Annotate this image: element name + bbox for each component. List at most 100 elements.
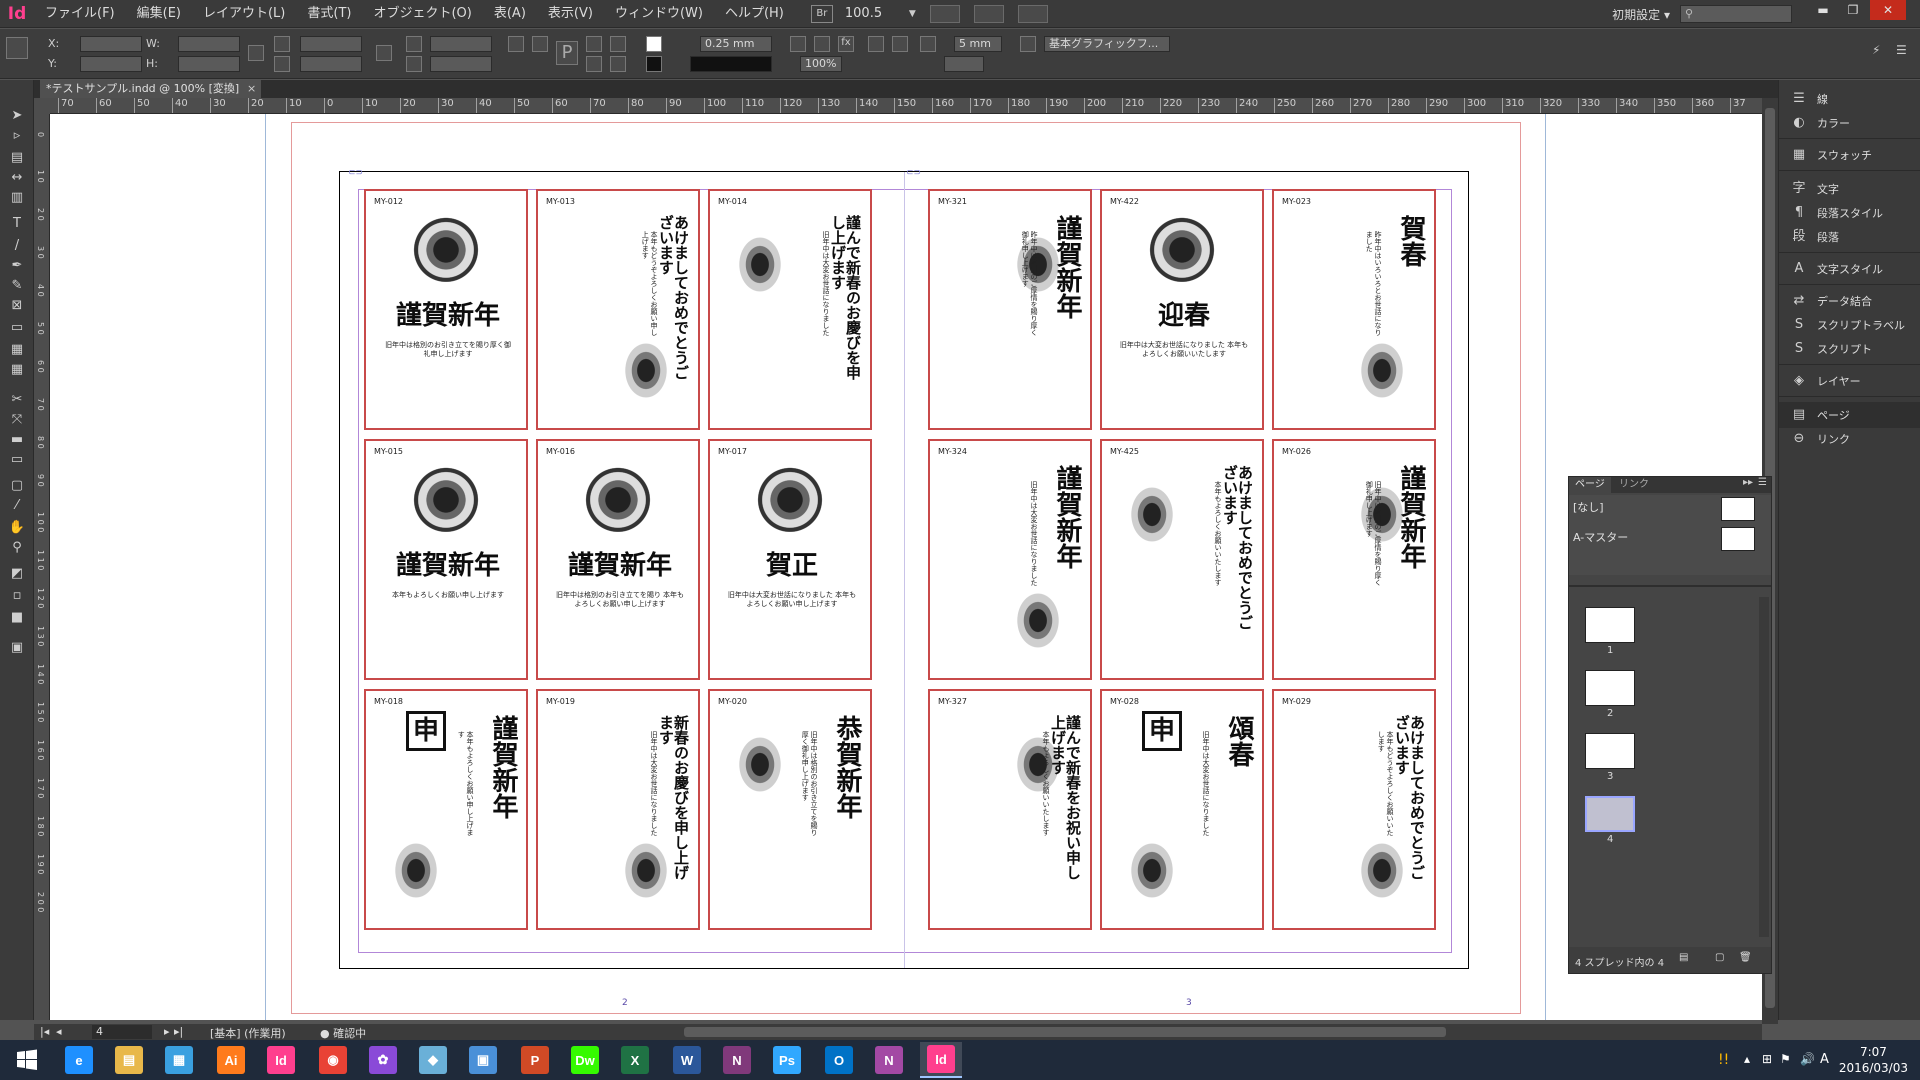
page-tool-icon[interactable]: ▤ bbox=[8, 150, 26, 166]
page-thumb-3[interactable] bbox=[1585, 733, 1635, 769]
dock-item-character[interactable]: 字文字 bbox=[1779, 176, 1920, 202]
dock-item-color[interactable]: ◐ カラー bbox=[1779, 110, 1920, 136]
restore-button[interactable]: ❐ bbox=[1838, 0, 1868, 20]
taskbar-paint[interactable]: ◆ bbox=[412, 1042, 454, 1078]
panel-menu-icon[interactable]: ☰ bbox=[1758, 477, 1767, 488]
menu-item-1[interactable]: 編集(E) bbox=[126, 0, 192, 28]
apply-color-icon[interactable]: ■ bbox=[8, 610, 26, 626]
rectangle-tool-icon[interactable]: ▭ bbox=[8, 320, 26, 336]
type-tool-icon[interactable]: T bbox=[8, 216, 26, 232]
taskbar-photo-app[interactable]: ✿ bbox=[362, 1042, 404, 1078]
content-collector-icon[interactable]: ▥ bbox=[8, 190, 26, 206]
menu-item-7[interactable]: ウィンドウ(W) bbox=[604, 0, 714, 28]
fx-icon[interactable]: fx bbox=[838, 36, 854, 52]
constrain-proportions-icon[interactable] bbox=[248, 45, 264, 61]
taskbar-network[interactable]: ▣ bbox=[462, 1042, 504, 1078]
master-none-thumb[interactable] bbox=[1721, 497, 1755, 521]
card-my-023[interactable]: MY-023 賀春 昨年中はいろいろとお世話になりました bbox=[1272, 189, 1436, 430]
taskbar-store[interactable]: ▦ bbox=[158, 1042, 200, 1078]
menu-item-0[interactable]: ファイル(F) bbox=[34, 0, 126, 28]
auto-fit-icon[interactable] bbox=[920, 36, 936, 52]
pen-tool-icon[interactable]: ✒ bbox=[8, 258, 26, 274]
delete-page-icon[interactable]: 🗑 bbox=[1739, 952, 1752, 963]
reference-point-icon[interactable] bbox=[6, 37, 28, 59]
card-my-012[interactable]: MY-012 謹賀新年 旧年中は格別のお引き立てを賜り厚く御礼申し上げます bbox=[364, 189, 528, 430]
page-thumb-1[interactable] bbox=[1585, 607, 1635, 643]
card-my-016[interactable]: MY-016 謹賀新年 旧年中は格別のお引き立てを賜り 本年もよろしくお願い申し上げ… bbox=[536, 439, 700, 680]
scale-y-field[interactable] bbox=[300, 56, 362, 72]
card-my-026[interactable]: MY-026 謹賀新年 旧年中は格別のご厚情を賜り厚く御礼申し上げます bbox=[1272, 439, 1436, 680]
menu-item-5[interactable]: 表(A) bbox=[483, 0, 537, 28]
card-my-015[interactable]: MY-015 謹賀新年 本年もよろしくお願い申し上げます bbox=[364, 439, 528, 680]
tab-pages[interactable]: ページ bbox=[1569, 477, 1611, 493]
formatting-affects-icon[interactable]: ▫ bbox=[8, 588, 26, 604]
action-center-icon[interactable]: ⚑ bbox=[1780, 1052, 1791, 1066]
select-container-icon[interactable] bbox=[586, 56, 602, 72]
selection-tool-icon[interactable]: ➤ bbox=[8, 108, 26, 124]
direct-selection-tool-icon[interactable]: ▹ bbox=[8, 128, 26, 144]
dock-item-swatches[interactable]: ▦ スウォッチ bbox=[1779, 142, 1920, 168]
card-my-425[interactable]: MY-425 あけましておめでとうございます 本年もよろしくお願いいたします bbox=[1100, 439, 1264, 680]
select-content-icon[interactable] bbox=[610, 56, 626, 72]
align-left-icon[interactable] bbox=[868, 36, 884, 52]
taskbar-indesign[interactable]: Id bbox=[260, 1042, 302, 1078]
card-my-029[interactable]: MY-029 あけましておめでとうございます 本年もどうぞよろしくお願いいたします bbox=[1272, 689, 1436, 930]
menu-item-2[interactable]: レイアウト(L) bbox=[192, 0, 296, 28]
note-tool-icon[interactable]: ▢ bbox=[8, 478, 26, 494]
width-field[interactable] bbox=[178, 36, 240, 52]
taskbar-illustrator[interactable]: Ai bbox=[210, 1042, 252, 1078]
dock-item-stroke[interactable]: ☰ 線 bbox=[1779, 86, 1920, 112]
eyedropper-tool-icon[interactable]: ⁄ bbox=[8, 498, 26, 514]
tray-windows-icon[interactable]: ⊞ bbox=[1762, 1052, 1772, 1066]
master-none-label[interactable]: [なし] bbox=[1573, 499, 1604, 515]
x-field[interactable] bbox=[80, 36, 142, 52]
tab-links[interactable]: リンク bbox=[1613, 477, 1655, 493]
document-canvas[interactable]: ⊂⊃ ⊂⊃ MY-012 謹賀新年 旧年中は格別のお引き立てを賜り厚く御礼申し上げま… bbox=[50, 114, 1762, 1020]
screen-mode-icon[interactable]: ▣ bbox=[8, 640, 26, 656]
notification-badge-icon[interactable]: !! bbox=[1718, 1052, 1729, 1068]
ime-indicator[interactable]: A bbox=[1820, 1052, 1829, 1067]
vertical-ruler[interactable]: 0 1 0 2 0 3 0 4 0 5 0 6 0 7 0 8 0 9 0 1 0 0 1 1 0 1 … bbox=[34, 114, 50, 1020]
zoom-level[interactable]: 100.5 bbox=[833, 4, 909, 24]
page-size-icon[interactable]: ▤ bbox=[1679, 952, 1688, 963]
align-center-icon[interactable] bbox=[892, 36, 908, 52]
card-my-014[interactable]: MY-014 謹んで新春のお慶びを申し上げます 旧年中は大変お世話になりました bbox=[708, 189, 872, 430]
card-my-321[interactable]: MY-321 謹賀新年 昨年中は格別のご厚情を賜り厚く御礼申し上げます bbox=[928, 189, 1092, 430]
card-my-019[interactable]: MY-019 新春のお慶びを申し上げます 旧年中は大変お世話になりました bbox=[536, 689, 700, 930]
horizontal-ruler[interactable]: 70 60 50 40 30 20 10 0 10 20 30 40 50 60 70 80 90 100 110 1… bbox=[50, 98, 1762, 114]
card-my-017[interactable]: MY-017 賀正 旧年中は大変お世話になりました 本年もよろしくお願い申し上げます bbox=[708, 439, 872, 680]
gradient-swatch-tool-icon[interactable]: ▬ bbox=[8, 432, 26, 448]
taskbar-onenote[interactable]: N bbox=[716, 1042, 758, 1078]
page-thumb-2[interactable] bbox=[1585, 670, 1635, 706]
close-tab-icon[interactable]: × bbox=[247, 80, 256, 98]
arrange-documents-button[interactable] bbox=[1017, 4, 1048, 23]
rotate-field[interactable] bbox=[430, 36, 492, 52]
fill-swatch[interactable] bbox=[646, 36, 662, 52]
tray-expand-icon[interactable]: ▴ bbox=[1744, 1052, 1750, 1066]
search-input[interactable]: ⚲ bbox=[1680, 5, 1792, 23]
zoom-dropdown-icon[interactable]: ▼ bbox=[909, 9, 916, 19]
panel-divider[interactable] bbox=[1569, 585, 1771, 587]
dock-item-layers[interactable]: ◈ レイヤー bbox=[1779, 368, 1920, 394]
clock[interactable]: 7:07 2016/03/03 bbox=[1839, 1044, 1908, 1076]
menu-item-3[interactable]: 書式(T) bbox=[296, 0, 362, 28]
flip-horizontal-icon[interactable] bbox=[586, 36, 602, 52]
pencil-tool-icon[interactable]: ✎ bbox=[8, 278, 26, 294]
stroke-type-dropdown[interactable] bbox=[690, 56, 772, 72]
rotate-90-ccw-icon[interactable] bbox=[532, 36, 548, 52]
card-my-013[interactable]: MY-013 あけましておめでとうございます 本年もどうぞよろしくお願い申し上げます bbox=[536, 189, 700, 430]
taskbar-dreamweaver[interactable]: Dw bbox=[564, 1042, 606, 1078]
menu-item-4[interactable]: オブジェクト(O) bbox=[362, 0, 482, 28]
line-tool-icon[interactable]: / bbox=[8, 238, 26, 254]
master-a-thumb[interactable] bbox=[1721, 527, 1755, 551]
p-icon[interactable]: P bbox=[556, 41, 578, 65]
master-indicator[interactable]: [基本] (作業用) bbox=[210, 1025, 286, 1041]
fill-stroke-icon[interactable]: ◩ bbox=[8, 566, 26, 582]
scale-x-field[interactable] bbox=[300, 36, 362, 52]
preflight-indicator[interactable]: ● 確認中 bbox=[320, 1025, 366, 1041]
menu-item-6[interactable]: 表示(V) bbox=[537, 0, 604, 28]
prev-page-icon[interactable]: ◂ bbox=[56, 1025, 62, 1038]
corner-dropdown[interactable] bbox=[944, 56, 984, 72]
taskbar-excel[interactable]: X bbox=[614, 1042, 656, 1078]
taskbar-file-explorer[interactable]: ▤ bbox=[108, 1042, 150, 1078]
